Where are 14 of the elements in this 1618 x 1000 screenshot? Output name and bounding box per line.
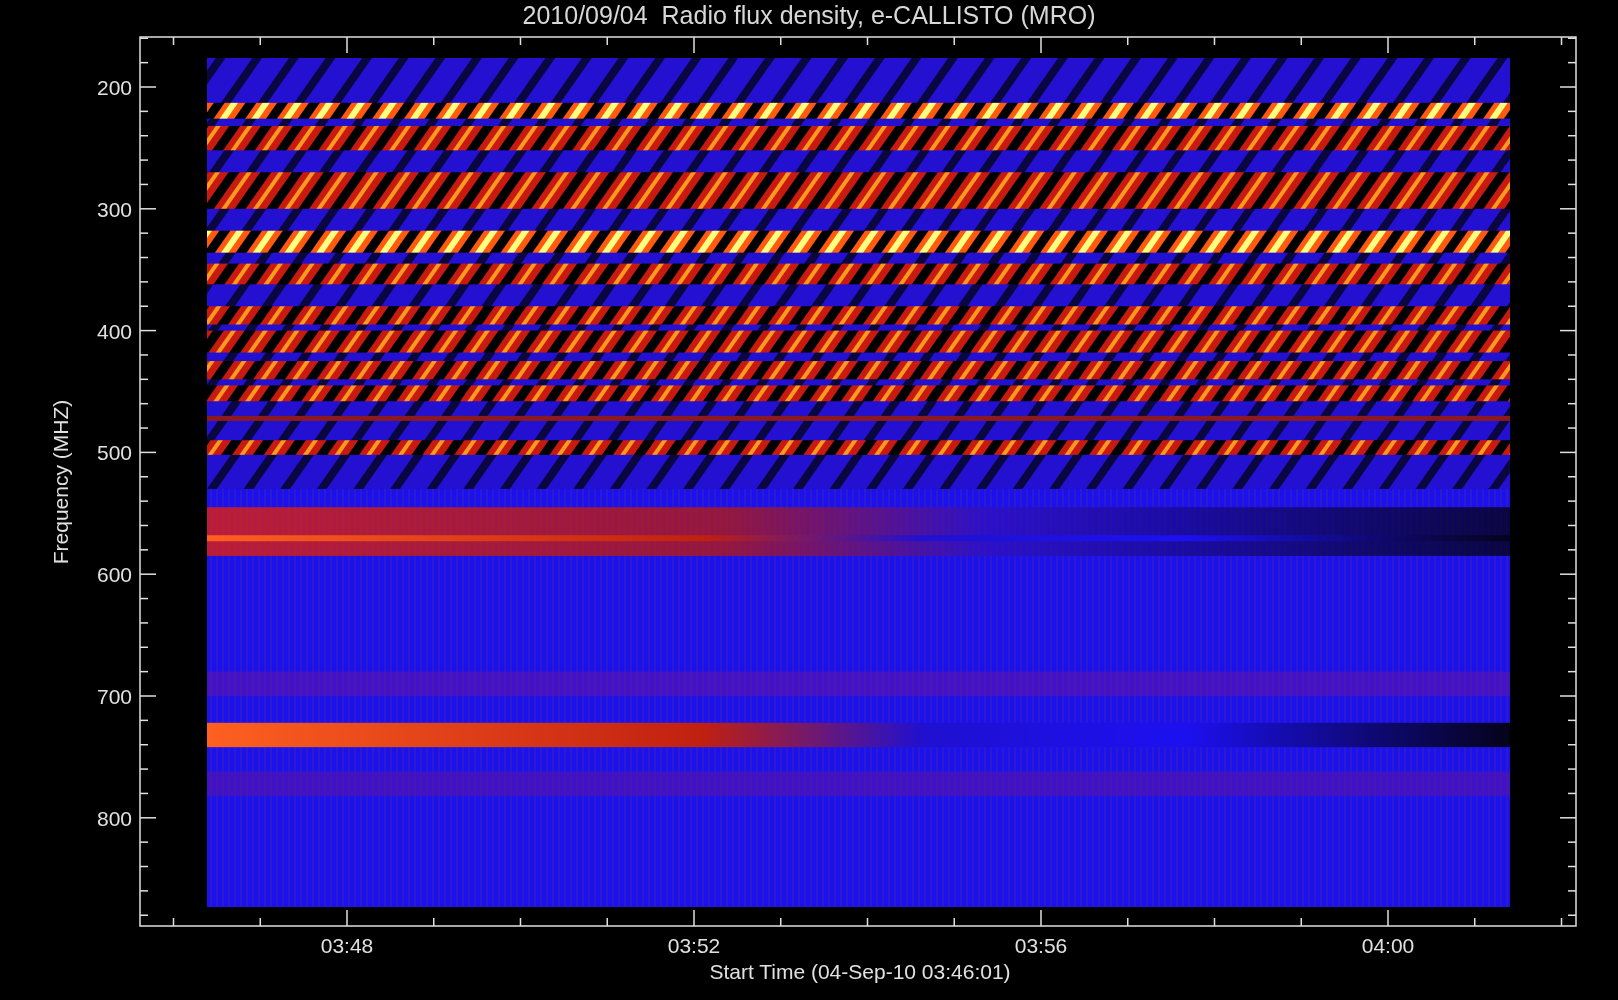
x-tick-label: 04:00 xyxy=(1361,934,1415,957)
x-tick-label: 03:56 xyxy=(1014,934,1068,957)
y-tick-label: 200 xyxy=(96,76,132,99)
x-tick-label: 03:48 xyxy=(320,934,374,957)
y-tick-label: 400 xyxy=(96,319,132,343)
plot-title: 2010/09/04 Radio flux density, e-CALLISTO (MRO) xyxy=(522,1,1096,29)
x-axis-label: Start Time (04-Sep-10 03:46:01) xyxy=(709,960,1011,983)
y-tick-label: 600 xyxy=(96,563,132,587)
y-tick-label: 800 xyxy=(96,806,132,830)
y-axis-label: Frequency (MHZ) xyxy=(49,399,72,565)
y-tick-label: 300 xyxy=(96,197,132,221)
y-tick-label: 500 xyxy=(96,441,132,465)
y-tick-label: 700 xyxy=(96,685,132,708)
x-tick-label: 03:52 xyxy=(667,934,721,957)
